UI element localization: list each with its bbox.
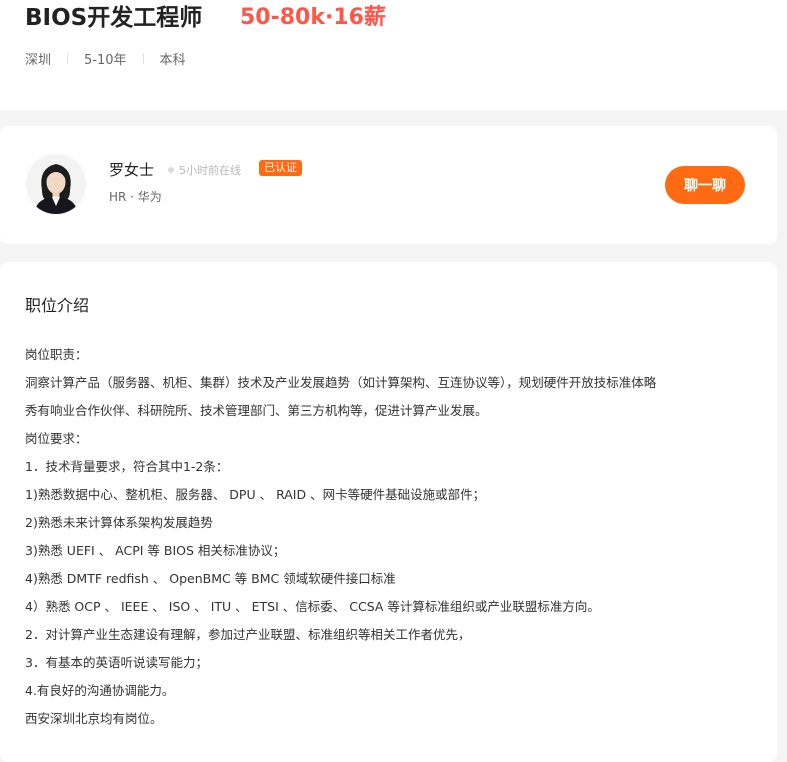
description-line: 洞察计算产品（服务器、机柜、集群）技术及产业发展趋势（如计算架构、互连协议等），…	[25, 375, 657, 390]
job-meta: 深圳 5-10年 本科	[25, 49, 186, 68]
recruiter-name: 罗女士	[109, 161, 155, 179]
description-line: 3．有基本的英语听说读写能力；	[25, 655, 208, 670]
person-portrait-icon	[26, 154, 86, 214]
recruiter-company: HR · 华为	[109, 190, 162, 204]
job-experience: 5-10年	[84, 53, 127, 68]
salary: 50-80k·16薪	[240, 5, 386, 30]
description-line: 4）熟悉 OCP 、 IEEE 、 ISO 、 ITU 、 ETSI 、信标委、…	[25, 599, 600, 614]
recruiter-card: 罗女士 5小时前在线 已认证 HR · 华为 聊一聊	[0, 126, 777, 244]
description-line: 秀有响业合作伙伴、科研院所、技术管理部门、第三方机构等，促进计算产业发展。	[25, 403, 488, 418]
section-title: 职位介绍	[25, 296, 90, 315]
job-header: BIOS开发工程师 50-80k·16薪 深圳 5-10年 本科	[0, 0, 787, 110]
meta-divider	[142, 53, 144, 64]
avatar[interactable]	[26, 154, 86, 214]
description-line: 4.有良好的沟通协调能力。	[25, 683, 175, 698]
description-line: 西安深圳北京均有岗位。	[25, 711, 163, 726]
description-line: 1)熟悉数据中心、整机柜、服务器、 DPU 、 RAID 、网卡等硬件基础设施或…	[25, 487, 486, 502]
description-line: 4)熟悉 DMTF redfish 、 OpenBMC 等 BMC 领域软硬件接…	[25, 571, 396, 586]
online-status: 5小时前在线	[168, 162, 241, 178]
description-line: 1．技术背量要求，符合其中1-2条：	[25, 459, 229, 474]
description-line: 岗位职责：	[25, 347, 88, 362]
description-line: 2．对计算产业生态建设有理解，参加过产业联盟、标准组织等相关工作者优先，	[25, 627, 471, 642]
description-line: 岗位要求：	[25, 431, 88, 446]
verified-badge: 已认证	[259, 160, 302, 176]
job-description: 岗位职责： 洞察计算产品（服务器、机柜、集群）技术及产业发展趋势（如计算架构、互…	[25, 341, 770, 733]
meta-divider	[67, 53, 69, 64]
description-line: 3)熟悉 UEFI 、 ACPI 等 BIOS 相关标准协议；	[25, 543, 286, 558]
chat-button[interactable]: 聊一聊	[665, 166, 745, 204]
job-city: 深圳	[25, 53, 52, 68]
description-line: 2)熟悉未来计算体系架构发展趋势	[25, 515, 213, 530]
online-status-text: 5小时前在线	[179, 164, 241, 177]
job-description-card: 职位介绍 岗位职责： 洞察计算产品（服务器、机柜、集群）技术及产业发展趋势（如计…	[0, 262, 777, 762]
status-dot-icon	[168, 167, 174, 173]
job-education: 本科	[159, 53, 186, 68]
job-title: BIOS开发工程师	[25, 5, 203, 31]
